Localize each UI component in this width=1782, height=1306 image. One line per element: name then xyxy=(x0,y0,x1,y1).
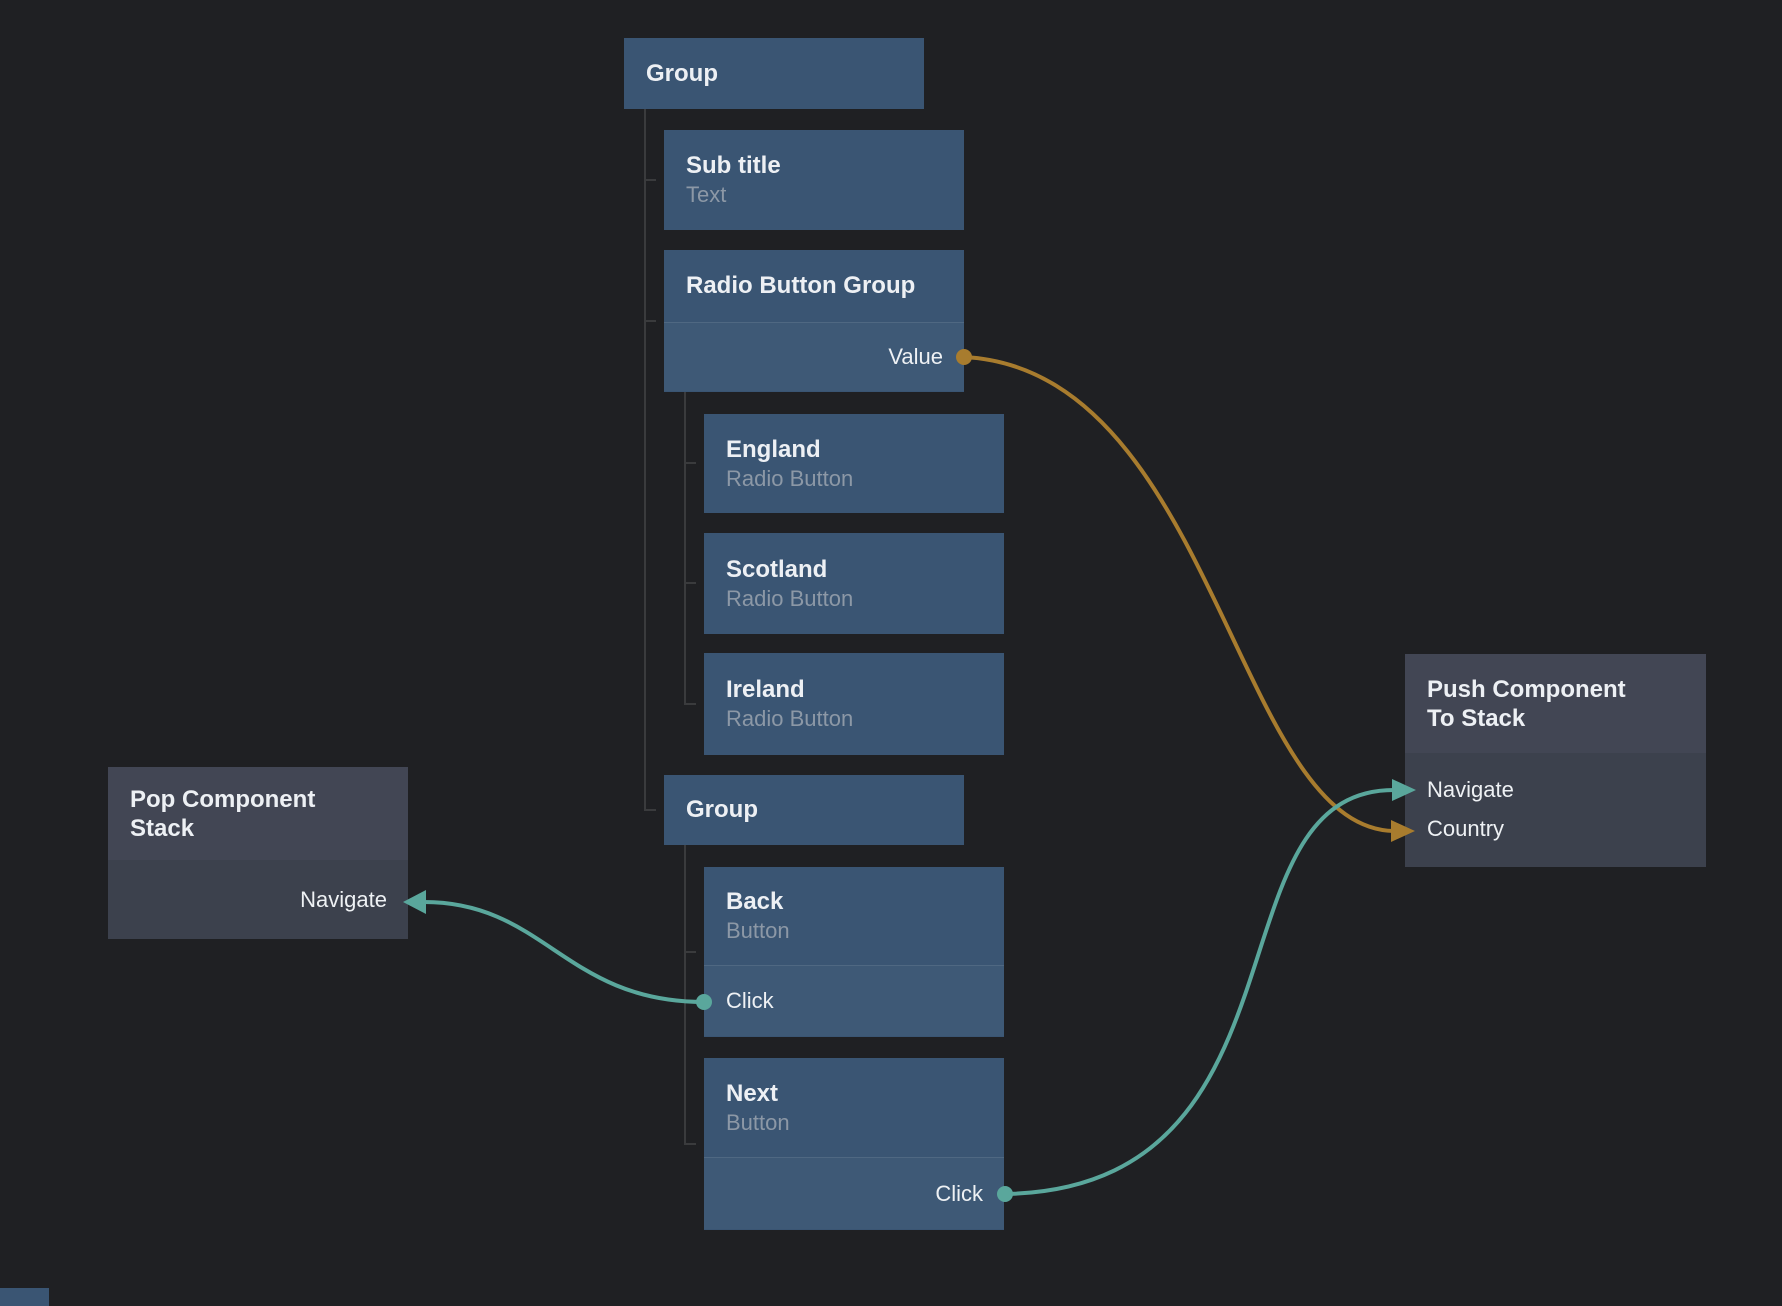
node-type-label: Button xyxy=(726,917,982,945)
node-title: Back xyxy=(726,887,982,917)
node-graph-canvas[interactable]: Group Sub title Text Radio Button Group … xyxy=(0,0,1782,1306)
output-port-click-back[interactable]: Click xyxy=(704,965,1004,1036)
node-england[interactable]: England Radio Button xyxy=(704,414,1004,513)
port-label: Navigate xyxy=(1427,777,1514,803)
node-pop-component-stack[interactable]: Pop Component Stack Navigate xyxy=(108,767,408,939)
node-sub-title[interactable]: Sub title Text xyxy=(664,130,964,230)
node-title: Push Component To Stack xyxy=(1427,675,1647,733)
node-scotland[interactable]: Scotland Radio Button xyxy=(704,533,1004,634)
node-title: Ireland xyxy=(726,675,982,705)
port-label: Country xyxy=(1427,816,1504,842)
node-type-label: Button xyxy=(726,1109,982,1137)
node-fragment xyxy=(0,1288,49,1306)
node-back[interactable]: Back Button Click xyxy=(704,867,1004,1037)
node-title: Sub title xyxy=(686,151,942,181)
node-title: England xyxy=(726,435,982,465)
node-type-label: Radio Button xyxy=(726,705,982,733)
port-label: Navigate xyxy=(300,887,387,913)
node-title: Scotland xyxy=(726,555,982,585)
node-title: Pop Component Stack xyxy=(130,785,350,843)
node-title: Next xyxy=(726,1079,982,1109)
edge-value-to-country[interactable] xyxy=(964,357,1394,831)
tree-connector-radio-children xyxy=(685,392,696,704)
input-port-navigate-pop[interactable]: Navigate xyxy=(108,860,408,939)
node-title: Radio Button Group xyxy=(686,271,915,301)
node-type-label: Text xyxy=(686,181,942,209)
tree-connector-level1 xyxy=(645,109,656,810)
node-title: Group xyxy=(686,795,758,825)
output-port-click-next[interactable]: Click xyxy=(704,1157,1004,1229)
node-next[interactable]: Next Button Click xyxy=(704,1058,1004,1230)
node-push-component-to-stack[interactable]: Push Component To Stack Navigate Country xyxy=(1405,654,1706,867)
node-type-label: Radio Button xyxy=(726,465,982,493)
node-type-label: Radio Button xyxy=(726,585,982,613)
edge-nextclick-to-navigate[interactable] xyxy=(1005,790,1394,1194)
port-label: Value xyxy=(888,344,943,370)
node-group-1[interactable]: Group xyxy=(624,38,924,109)
node-ireland[interactable]: Ireland Radio Button xyxy=(704,653,1004,755)
port-label: Click xyxy=(726,988,774,1014)
tree-connector-button-children xyxy=(685,845,696,1144)
port-label: Click xyxy=(935,1181,983,1207)
node-title: Group xyxy=(646,59,718,89)
node-radio-button-group[interactable]: Radio Button Group Value xyxy=(664,250,964,392)
edge-backclick-to-popnavigate[interactable] xyxy=(424,902,704,1002)
output-port-value[interactable]: Value xyxy=(664,322,964,391)
input-port-navigate-push[interactable]: Navigate xyxy=(1405,770,1706,809)
node-group-2[interactable]: Group xyxy=(664,775,964,845)
input-port-country-push[interactable]: Country xyxy=(1405,809,1706,848)
